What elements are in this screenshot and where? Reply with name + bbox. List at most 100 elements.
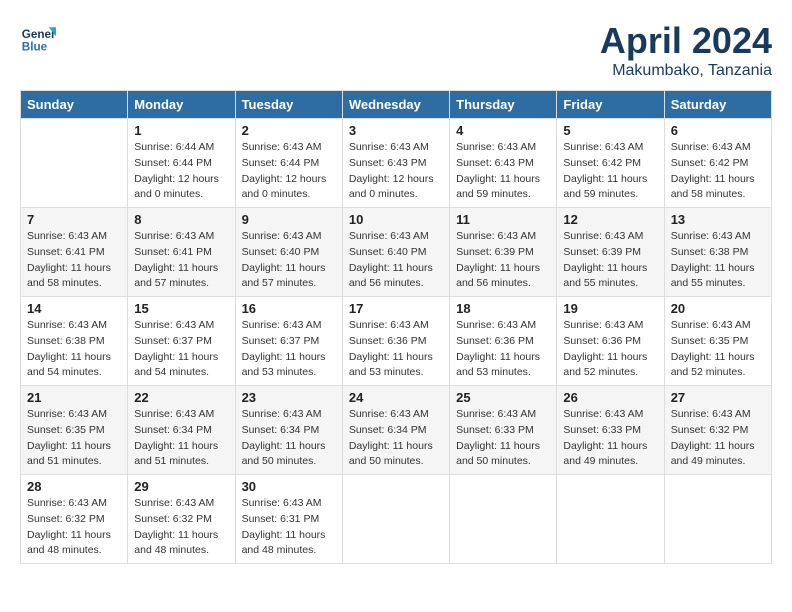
day-number: 6 — [671, 123, 765, 138]
calendar-cell: 8Sunrise: 6:43 AMSunset: 6:41 PMDaylight… — [128, 208, 235, 297]
day-number: 3 — [349, 123, 443, 138]
day-info: Sunrise: 6:43 AMSunset: 6:32 PMDaylight:… — [134, 496, 228, 559]
svg-text:General: General — [22, 28, 56, 41]
day-number: 28 — [27, 479, 121, 494]
calendar-cell: 15Sunrise: 6:43 AMSunset: 6:37 PMDayligh… — [128, 297, 235, 386]
day-number: 23 — [242, 390, 336, 405]
day-number: 29 — [134, 479, 228, 494]
day-number: 25 — [456, 390, 550, 405]
day-number: 21 — [27, 390, 121, 405]
calendar-cell: 5Sunrise: 6:43 AMSunset: 6:42 PMDaylight… — [557, 119, 664, 208]
day-info: Sunrise: 6:43 AMSunset: 6:42 PMDaylight:… — [671, 140, 765, 203]
calendar-cell: 12Sunrise: 6:43 AMSunset: 6:39 PMDayligh… — [557, 208, 664, 297]
calendar-cell — [557, 475, 664, 564]
calendar-cell: 2 Sunrise: 6:43 AMSunset: 6:44 PMDaylight… — [235, 119, 342, 208]
calendar-cell: 11 Sunrise: 6:43 AMSunset: 6:39 PMDayligh… — [450, 208, 557, 297]
weekday-header-thursday: Thursday — [450, 91, 557, 119]
day-info: Sunrise: 6:43 AMSunset: 6:32 PMDaylight:… — [27, 496, 121, 559]
day-number: 19 — [563, 301, 657, 316]
weekday-header-saturday: Saturday — [664, 91, 771, 119]
calendar-cell: 10 Sunrise: 6:43 AMSunset: 6:40 PMDayligh… — [342, 208, 449, 297]
calendar-cell — [21, 119, 128, 208]
day-info: Sunrise: 6:43 AMSunset: 6:41 PMDaylight:… — [134, 229, 228, 292]
day-number: 18 — [456, 301, 550, 316]
day-number: 11 — [456, 212, 550, 227]
calendar-week-row: 14 Sunrise: 6:43 AMSunset: 6:38 PMDayligh… — [21, 297, 772, 386]
calendar-week-row: 28 Sunrise: 6:43 AMSunset: 6:32 PMDayligh… — [21, 475, 772, 564]
day-number: 30 — [242, 479, 336, 494]
calendar-cell: 17 Sunrise: 6:43 AMSunset: 6:36 PMDayligh… — [342, 297, 449, 386]
day-number: 24 — [349, 390, 443, 405]
calendar-cell — [664, 475, 771, 564]
weekday-header-sunday: Sunday — [21, 91, 128, 119]
day-number: 12 — [563, 212, 657, 227]
day-info: Sunrise: 6:43 AMSunset: 6:36 PMDaylight:… — [349, 318, 443, 381]
day-info: Sunrise: 6:43 AMSunset: 6:35 PMDaylight:… — [27, 407, 121, 470]
day-info: Sunrise: 6:43 AMSunset: 6:40 PMDaylight:… — [349, 229, 443, 292]
day-info: Sunrise: 6:43 AMSunset: 6:42 PMDaylight:… — [563, 140, 657, 203]
calendar-cell: 14 Sunrise: 6:43 AMSunset: 6:38 PMDayligh… — [21, 297, 128, 386]
weekday-header-wednesday: Wednesday — [342, 91, 449, 119]
calendar-cell: 16 Sunrise: 6:43 AMSunset: 6:37 PMDayligh… — [235, 297, 342, 386]
calendar-cell: 25Sunrise: 6:43 AMSunset: 6:33 PMDayligh… — [450, 386, 557, 475]
day-info: Sunrise: 6:43 AMSunset: 6:37 PMDaylight:… — [242, 318, 336, 381]
day-number: 13 — [671, 212, 765, 227]
weekday-header-row: SundayMondayTuesdayWednesdayThursdayFrid… — [21, 91, 772, 119]
location-subtitle: Makumbako, Tanzania — [600, 62, 772, 80]
day-info: Sunrise: 6:43 AMSunset: 6:43 PMDaylight:… — [349, 140, 443, 203]
calendar-week-row: 21 Sunrise: 6:43 AMSunset: 6:35 PMDayligh… — [21, 386, 772, 475]
calendar-cell — [450, 475, 557, 564]
calendar-cell — [342, 475, 449, 564]
day-number: 9 — [242, 212, 336, 227]
calendar-cell: 27Sunrise: 6:43 AMSunset: 6:32 PMDayligh… — [664, 386, 771, 475]
month-year-title: April 2024 — [600, 20, 772, 62]
calendar-cell: 4 Sunrise: 6:43 AMSunset: 6:43 PMDaylight… — [450, 119, 557, 208]
day-number: 2 — [242, 123, 336, 138]
day-info: Sunrise: 6:43 AMSunset: 6:39 PMDaylight:… — [456, 229, 550, 292]
calendar-cell: 23 Sunrise: 6:43 AMSunset: 6:34 PMDayligh… — [235, 386, 342, 475]
calendar-cell: 26 Sunrise: 6:43 AMSunset: 6:33 PMDayligh… — [557, 386, 664, 475]
day-number: 1 — [134, 123, 228, 138]
calendar-cell: 3 Sunrise: 6:43 AMSunset: 6:43 PMDaylight… — [342, 119, 449, 208]
logo: General Blue — [20, 20, 56, 56]
day-info: Sunrise: 6:43 AMSunset: 6:36 PMDaylight:… — [563, 318, 657, 381]
day-info: Sunrise: 6:43 AMSunset: 6:38 PMDaylight:… — [27, 318, 121, 381]
calendar-cell: 21 Sunrise: 6:43 AMSunset: 6:35 PMDayligh… — [21, 386, 128, 475]
calendar-cell: 30 Sunrise: 6:43 AMSunset: 6:31 PMDayligh… — [235, 475, 342, 564]
calendar-cell: 13 Sunrise: 6:43 AMSunset: 6:38 PMDayligh… — [664, 208, 771, 297]
day-info: Sunrise: 6:43 AMSunset: 6:34 PMDaylight:… — [134, 407, 228, 470]
calendar-cell: 29 Sunrise: 6:43 AMSunset: 6:32 PMDayligh… — [128, 475, 235, 564]
calendar-week-row: 7Sunrise: 6:43 AMSunset: 6:41 PMDaylight… — [21, 208, 772, 297]
svg-text:Blue: Blue — [22, 41, 48, 54]
weekday-header-friday: Friday — [557, 91, 664, 119]
calendar-cell: 1Sunrise: 6:44 AMSunset: 6:44 PMDaylight… — [128, 119, 235, 208]
weekday-header-tuesday: Tuesday — [235, 91, 342, 119]
day-info: Sunrise: 6:43 AMSunset: 6:38 PMDaylight:… — [671, 229, 765, 292]
title-block: April 2024 Makumbako, Tanzania — [600, 20, 772, 80]
day-info: Sunrise: 6:43 AMSunset: 6:43 PMDaylight:… — [456, 140, 550, 203]
day-info: Sunrise: 6:43 AMSunset: 6:40 PMDaylight:… — [242, 229, 336, 292]
day-number: 14 — [27, 301, 121, 316]
day-info: Sunrise: 6:43 AMSunset: 6:34 PMDaylight:… — [242, 407, 336, 470]
day-number: 16 — [242, 301, 336, 316]
day-info: Sunrise: 6:43 AMSunset: 6:33 PMDaylight:… — [563, 407, 657, 470]
day-number: 26 — [563, 390, 657, 405]
calendar-table: SundayMondayTuesdayWednesdayThursdayFrid… — [20, 90, 772, 564]
day-info: Sunrise: 6:43 AMSunset: 6:44 PMDaylight:… — [242, 140, 336, 203]
calendar-cell: 9 Sunrise: 6:43 AMSunset: 6:40 PMDaylight… — [235, 208, 342, 297]
calendar-cell: 7Sunrise: 6:43 AMSunset: 6:41 PMDaylight… — [21, 208, 128, 297]
day-number: 20 — [671, 301, 765, 316]
calendar-cell: 19 Sunrise: 6:43 AMSunset: 6:36 PMDayligh… — [557, 297, 664, 386]
calendar-cell: 24Sunrise: 6:43 AMSunset: 6:34 PMDayligh… — [342, 386, 449, 475]
calendar-cell: 20Sunrise: 6:43 AMSunset: 6:35 PMDayligh… — [664, 297, 771, 386]
day-number: 4 — [456, 123, 550, 138]
day-number: 10 — [349, 212, 443, 227]
logo-icon: General Blue — [20, 20, 56, 56]
weekday-header-monday: Monday — [128, 91, 235, 119]
day-number: 17 — [349, 301, 443, 316]
calendar-week-row: 1Sunrise: 6:44 AMSunset: 6:44 PMDaylight… — [21, 119, 772, 208]
day-info: Sunrise: 6:43 AMSunset: 6:41 PMDaylight:… — [27, 229, 121, 292]
day-number: 22 — [134, 390, 228, 405]
page-header: General Blue April 2024 Makumbako, Tanza… — [20, 20, 772, 80]
day-info: Sunrise: 6:43 AMSunset: 6:31 PMDaylight:… — [242, 496, 336, 559]
